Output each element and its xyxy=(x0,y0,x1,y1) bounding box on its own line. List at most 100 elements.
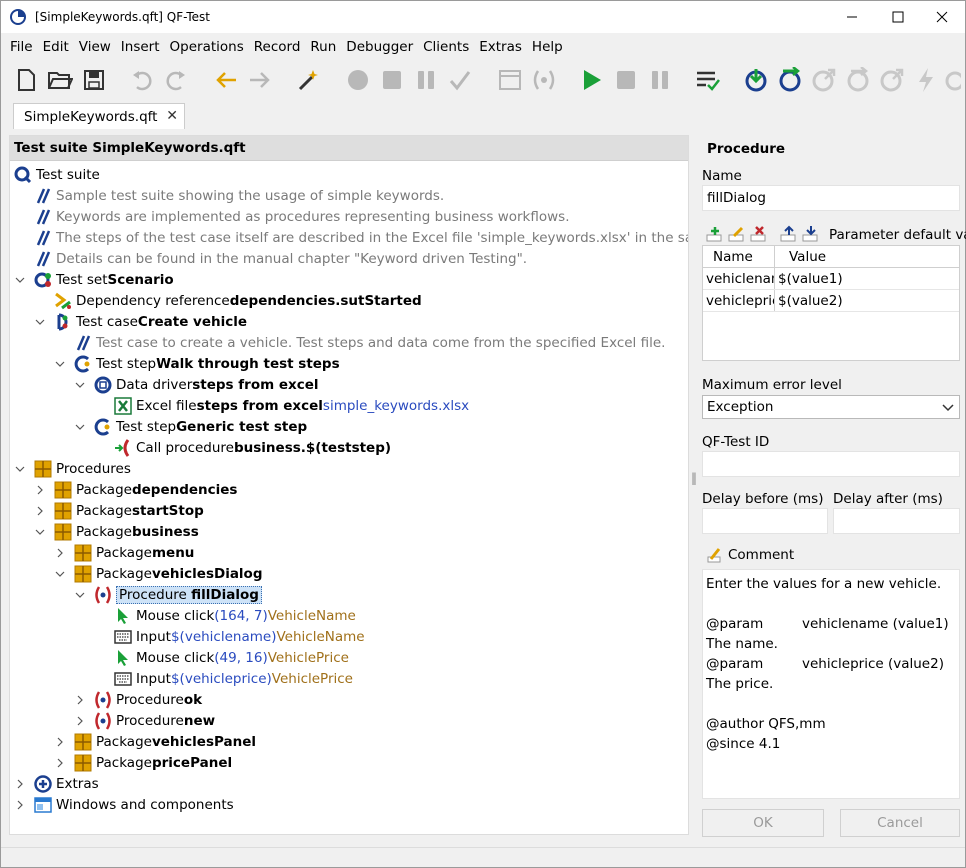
tree-node-package[interactable]: Package startStop xyxy=(54,500,204,521)
tree-node-dependency-reference[interactable]: Dependency reference dependencies.sutSta… xyxy=(54,290,422,311)
expand-chevron-right-icon[interactable] xyxy=(34,479,46,500)
minimize-button[interactable] xyxy=(829,1,875,33)
tree-node-package[interactable]: Package dependencies xyxy=(54,479,237,500)
record-check-button[interactable] xyxy=(445,65,475,95)
qftest-id-field[interactable] xyxy=(702,451,960,477)
expand-chevron-down-icon[interactable] xyxy=(54,563,66,584)
tree-node-excel-file[interactable]: Excel file steps from excel simple_keywo… xyxy=(114,395,469,416)
tree-node-input[interactable]: Input $(vehicleprice) VehiclePrice xyxy=(114,668,353,689)
tree-node-package[interactable]: Package pricePanel xyxy=(74,752,232,773)
expand-chevron-down-icon[interactable] xyxy=(14,458,26,479)
tree-node-mouse-click[interactable]: Mouse click (164, 7) VehicleName xyxy=(114,605,356,626)
tab-simplekeywords[interactable]: SimpleKeywords.qft ✕ xyxy=(13,103,185,129)
menu-run[interactable]: Run xyxy=(305,39,341,55)
record-procedure-button[interactable] xyxy=(529,65,559,95)
pause-run-button[interactable] xyxy=(645,65,675,95)
menu-extras[interactable]: Extras xyxy=(474,39,527,55)
add-parameter-icon[interactable] xyxy=(705,225,725,243)
expand-chevron-down-icon[interactable] xyxy=(74,584,86,605)
expand-chevron-down-icon[interactable] xyxy=(74,374,86,395)
skip-over-button[interactable] xyxy=(843,65,873,95)
forward-button[interactable] xyxy=(245,65,275,95)
max-error-level-select[interactable]: Exception xyxy=(702,395,960,419)
tree-node-test-case[interactable]: Test case Create vehicle xyxy=(54,311,247,332)
tree-node-procedure[interactable]: Procedure new xyxy=(94,710,215,731)
tree-node-windows-components[interactable]: Windows and components xyxy=(34,794,234,815)
tab-close-icon[interactable]: ✕ xyxy=(166,108,178,124)
run-log-button[interactable] xyxy=(693,65,723,95)
delete-parameter-icon[interactable] xyxy=(749,225,769,243)
redo-button[interactable] xyxy=(161,65,191,95)
param-value-cell[interactable]: $(value2) xyxy=(775,290,959,311)
param-value-cell[interactable]: $(value1) xyxy=(775,268,959,289)
tree-node-extras[interactable]: Extras xyxy=(34,773,99,794)
tree-node-procedure[interactable]: Procedure ok xyxy=(94,689,202,710)
expand-chevron-down-icon[interactable] xyxy=(34,521,46,542)
menu-debugger[interactable]: Debugger xyxy=(341,39,418,55)
delay-before-field[interactable] xyxy=(702,508,828,534)
tree-node-procedure-selected[interactable]: Procedure fillDialog xyxy=(94,584,262,605)
skip-out-button[interactable] xyxy=(877,65,907,95)
tree-node-input[interactable]: Input $(vehiclename) VehicleName xyxy=(114,626,365,647)
maximize-button[interactable] xyxy=(875,1,921,33)
menu-operations[interactable]: Operations xyxy=(165,39,249,55)
tree-node-test-suite[interactable]: Test suite xyxy=(14,164,100,185)
expand-chevron-right-icon[interactable] xyxy=(54,542,66,563)
menu-clients[interactable]: Clients xyxy=(418,39,474,55)
tree-node-procedures[interactable]: Procedures xyxy=(34,458,131,479)
expand-chevron-down-icon[interactable] xyxy=(74,416,86,437)
tree-node-test-step[interactable]: Test step Walk through test steps xyxy=(74,353,340,374)
stop-run-button[interactable] xyxy=(611,65,641,95)
expand-chevron-down-icon[interactable] xyxy=(34,311,46,332)
step-over-button[interactable] xyxy=(775,65,805,95)
tree-node-comment[interactable]: Details can be found in the manual chapt… xyxy=(34,248,527,269)
menu-insert[interactable]: Insert xyxy=(116,39,165,55)
column-header-name[interactable]: Name xyxy=(703,246,775,267)
ok-button[interactable]: OK xyxy=(702,809,824,837)
tree-node-package[interactable]: Package vehiclesPanel xyxy=(74,731,256,752)
column-header-value[interactable]: Value xyxy=(775,246,959,267)
comment-textarea[interactable]: Enter the values for a new vehicle. @par… xyxy=(702,569,960,799)
cancel-button[interactable]: Cancel xyxy=(840,809,960,837)
edit-parameter-icon[interactable] xyxy=(727,225,747,243)
tree-node-mouse-click[interactable]: Mouse click (49, 16) VehiclePrice xyxy=(114,647,349,668)
menu-view[interactable]: View xyxy=(74,39,116,55)
tree-node-package[interactable]: Package vehiclesDialog xyxy=(74,563,263,584)
tree-node-comment[interactable]: Sample test suite showing the usage of s… xyxy=(34,185,444,206)
expand-chevron-right-icon[interactable] xyxy=(54,752,66,773)
tree-node-comment[interactable]: Keywords are implemented as procedures r… xyxy=(34,206,570,227)
table-row[interactable]: vehicleprice $(value2) xyxy=(703,290,959,312)
run-button[interactable] xyxy=(577,65,607,95)
tree-node-comment[interactable]: The steps of the test case itself are de… xyxy=(34,227,688,248)
tree-node-test-set[interactable]: Test set Scenario xyxy=(34,269,174,290)
expand-chevron-right-icon[interactable] xyxy=(14,773,26,794)
menu-record[interactable]: Record xyxy=(249,39,306,55)
expand-chevron-right-icon[interactable] xyxy=(74,710,86,731)
expand-chevron-down-icon[interactable] xyxy=(14,269,26,290)
move-parameter-down-icon[interactable] xyxy=(801,225,821,243)
record-pause-button[interactable] xyxy=(411,65,441,95)
expand-chevron-right-icon[interactable] xyxy=(14,794,26,815)
delay-after-field[interactable] xyxy=(833,508,960,534)
tree-node-package[interactable]: Package business xyxy=(54,521,199,542)
menu-file[interactable]: File xyxy=(5,39,38,55)
quickstart-wizard-button[interactable] xyxy=(293,65,323,95)
tree-node-package[interactable]: Package menu xyxy=(74,542,194,563)
back-button[interactable] xyxy=(211,65,241,95)
name-field[interactable]: fillDialog xyxy=(702,185,960,211)
new-file-button[interactable] xyxy=(11,65,41,95)
menu-edit[interactable]: Edit xyxy=(38,39,74,55)
record-start-button[interactable] xyxy=(343,65,373,95)
undo-button[interactable] xyxy=(127,65,157,95)
save-button[interactable] xyxy=(79,65,109,95)
param-name-cell[interactable]: vehicleprice xyxy=(703,290,775,311)
record-component-button[interactable] xyxy=(495,65,525,95)
tree-node-call-procedure[interactable]: Call procedure business.$(teststep) xyxy=(114,437,391,458)
continue-exception-button[interactable] xyxy=(911,65,941,95)
tree-node-test-step[interactable]: Test step Generic test step xyxy=(94,416,307,437)
tree-node-data-driver[interactable]: Data driver steps from excel xyxy=(94,374,319,395)
open-button[interactable] xyxy=(45,65,75,95)
param-name-cell[interactable]: vehiclenam xyxy=(703,268,775,289)
expand-chevron-down-icon[interactable] xyxy=(54,353,66,374)
expand-chevron-right-icon[interactable] xyxy=(34,500,46,521)
